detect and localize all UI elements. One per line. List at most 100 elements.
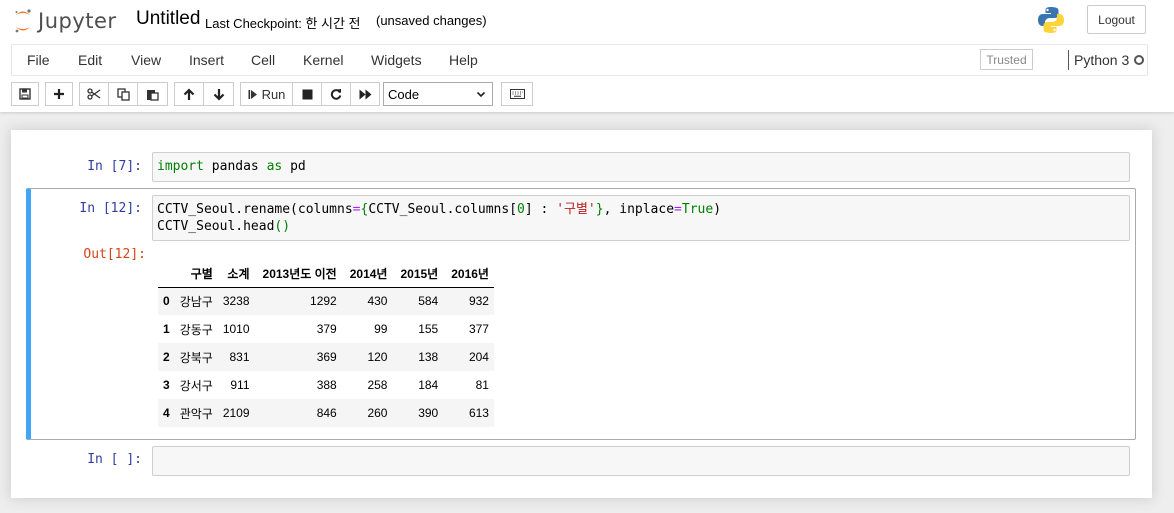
menu-cell[interactable]: Cell [251, 45, 275, 75]
dataframe-output: 구별 소계 2013년도 이전 2014년 2015년 2016년 0 강남구 … [158, 260, 494, 427]
table-cell: 258 [367, 378, 388, 392]
table-cell: 81 [475, 378, 489, 392]
cell-type-value: Code [388, 86, 420, 102]
menubar: File Edit View Insert Cell Kernel Widget… [11, 44, 1148, 76]
menu-help[interactable]: Help [449, 45, 478, 75]
table-cell: 1292 [310, 294, 337, 309]
table-cell: 3238 [222, 294, 250, 309]
kernel-idle-indicator-icon [1134, 55, 1144, 65]
menu-widgets[interactable]: Widgets [371, 45, 422, 75]
menu-view[interactable]: View [131, 45, 161, 75]
run-button[interactable]: Run [240, 82, 293, 106]
table-cell: 184 [418, 378, 439, 392]
output-prompt: Out[12]: [83, 247, 146, 262]
empty-code-cell-input[interactable] [152, 446, 1130, 476]
table-cell: 584 [418, 294, 439, 309]
step-forward-icon [248, 89, 257, 99]
code-cell-input[interactable]: CCTV_Seoul.rename(columns={CCTV_Seoul.co… [152, 195, 1130, 241]
table-cell: 1010 [222, 322, 250, 336]
input-prompt: In [7]: [87, 159, 142, 174]
table-row: 2 강북구 831 369 120 138 204 [158, 343, 494, 371]
interrupt-button[interactable] [292, 82, 322, 106]
table-cell: 846 [316, 406, 337, 420]
menu-kernel[interactable]: Kernel [303, 45, 343, 75]
logout-button[interactable]: Logout [1087, 5, 1146, 34]
kernel-separator [1068, 50, 1069, 70]
table-row: 1 강동구 1010 379 99 155 377 [158, 315, 494, 343]
kernel-name: Python 3 [1074, 52, 1130, 68]
table-cell: 911 [230, 378, 250, 392]
notebook-name[interactable]: Untitled [136, 8, 200, 30]
restart-icon [330, 89, 342, 100]
table-cell: 831 [229, 350, 250, 364]
keyboard-icon [509, 89, 525, 99]
row-index: 4 [163, 406, 170, 420]
table-cell: 260 [367, 406, 388, 420]
table-header-cell: 소계 [217, 260, 255, 288]
jupyter-logo[interactable]: Jupyter [14, 6, 117, 36]
table-cell: 120 [367, 350, 388, 364]
autosave-status: (unsaved changes) [376, 13, 487, 28]
fast-forward-icon [359, 89, 371, 99]
save-icon [19, 88, 31, 100]
jupyter-icon [15, 9, 31, 33]
move-up-button[interactable] [174, 82, 204, 106]
table-cell: 379 [316, 322, 337, 336]
copy-button[interactable] [108, 82, 138, 106]
paste-button[interactable] [137, 82, 168, 106]
table-row: 0 강남구 3238 1292 430 584 932 [158, 287, 494, 315]
header: Jupyter Untitled Last Checkpoint: 한 시간 전… [0, 0, 1174, 112]
checkpoint-status: Last Checkpoint: 한 시간 전 [205, 16, 361, 31]
save-button[interactable] [11, 82, 39, 106]
cut-button[interactable] [79, 82, 109, 106]
python-logo-icon [1038, 7, 1064, 33]
row-index: 3 [163, 378, 170, 392]
plus-icon [54, 89, 64, 99]
insert-cell-button[interactable] [45, 82, 73, 106]
table-cell: 강서구 [179, 378, 213, 393]
paste-icon [147, 89, 159, 101]
cell-type-select[interactable]: Code [383, 82, 493, 106]
table-cell: 369 [316, 350, 337, 364]
table-cell: 99 [374, 322, 388, 336]
stop-icon [302, 89, 312, 99]
run-label: Run [261, 86, 286, 102]
restart-button[interactable] [321, 82, 351, 106]
table-cell: 932 [468, 294, 489, 309]
table-cell: 관악구 [179, 406, 213, 421]
input-prompt: In [ ]: [87, 452, 142, 467]
move-down-button[interactable] [203, 82, 234, 106]
table-header-cell [158, 260, 175, 288]
menu-file[interactable]: File [27, 45, 50, 75]
table-cell: 388 [316, 378, 337, 392]
code-keyword: import [157, 159, 204, 174]
table-header-cell: 2015년 [392, 260, 444, 288]
arrow-down-icon [213, 88, 224, 101]
menu-edit[interactable]: Edit [78, 45, 102, 75]
table-header-cell: 2014년 [341, 260, 393, 288]
chevron-down-icon [476, 91, 486, 98]
trusted-indicator[interactable]: Trusted [980, 49, 1033, 70]
table-cell: 377 [468, 322, 489, 336]
code-cell-input[interactable]: import pandas as pd [152, 152, 1130, 182]
input-prompt: In [12]: [79, 201, 142, 216]
table-cell: 613 [468, 406, 489, 420]
table-cell: 138 [418, 350, 439, 364]
row-index: 1 [163, 322, 170, 336]
command-palette-button[interactable] [501, 82, 533, 106]
table-header-cell: 2013년도 이전 [254, 260, 342, 288]
table-header-row: 구별 소계 2013년도 이전 2014년 2015년 2016년 [158, 260, 494, 288]
table-cell: 204 [468, 350, 489, 364]
copy-icon [116, 87, 130, 101]
logo-text: Jupyter [38, 9, 117, 33]
code-keyword: as [266, 159, 283, 174]
table-cell: 강북구 [179, 350, 213, 365]
table-cell: 강남구 [179, 294, 213, 309]
table-cell: 390 [418, 406, 439, 420]
row-index: 2 [163, 350, 170, 364]
table-cell: 155 [418, 322, 439, 336]
row-index: 0 [163, 294, 170, 309]
menu-insert[interactable]: Insert [189, 45, 224, 75]
run-all-button[interactable] [350, 82, 380, 106]
table-cell: 강동구 [179, 322, 213, 337]
